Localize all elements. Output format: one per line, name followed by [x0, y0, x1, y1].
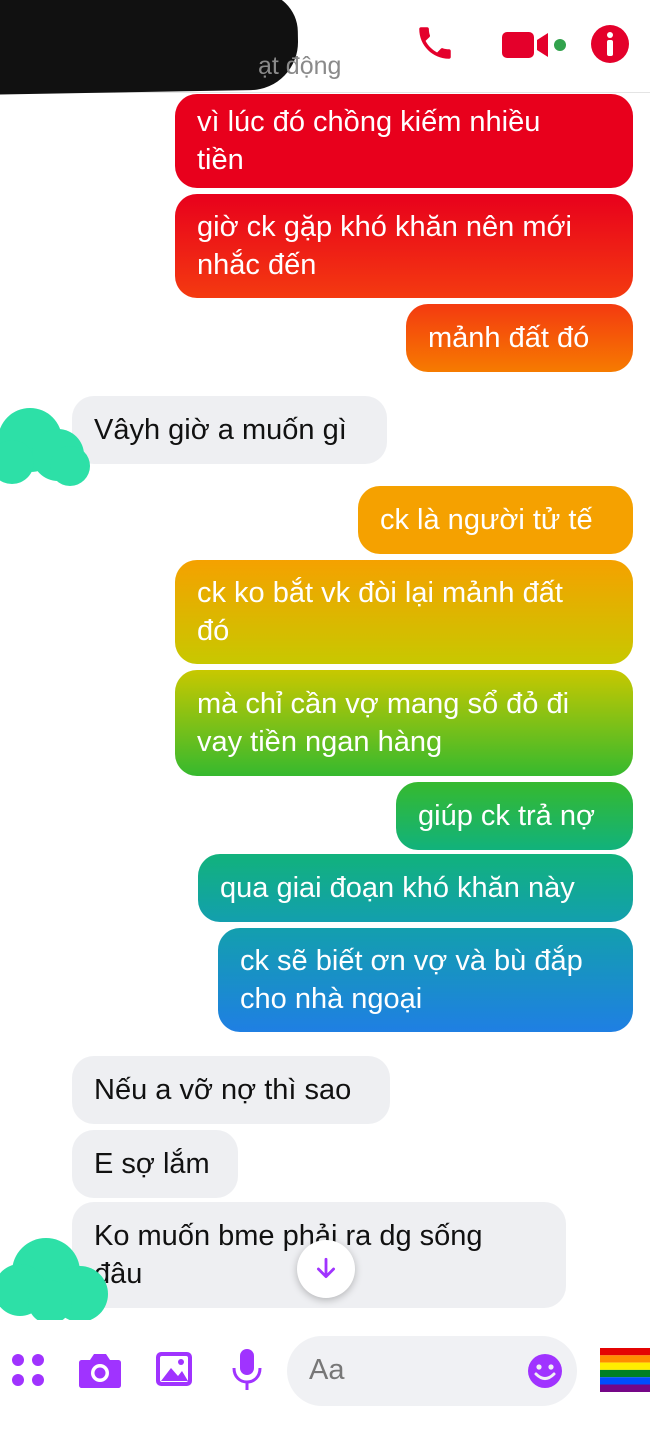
- message-bubble-sent[interactable]: giờ ck gặp khó khăn nên mới nhắc đến: [175, 194, 633, 298]
- message-text: vì lúc đó chồng kiếm nhiều: [197, 106, 541, 138]
- image-icon[interactable]: [155, 1351, 193, 1387]
- camera-icon[interactable]: [78, 1350, 122, 1390]
- message-bubble-sent[interactable]: ck ko bắt vk đòi lại mảnh đất đó: [175, 560, 633, 664]
- message-text: tiền: [197, 144, 244, 176]
- message-bubble-received[interactable]: E sợ lắm: [72, 1130, 238, 1198]
- message-text: Ko muốn bme phải ra dg sống: [94, 1220, 483, 1252]
- message-input[interactable]: Aa: [287, 1336, 577, 1406]
- redacted-avatar-blob: [0, 1238, 108, 1324]
- microphone-icon[interactable]: [231, 1348, 263, 1392]
- composer-bar: Aa: [0, 1320, 650, 1444]
- emoji-icon[interactable]: [527, 1353, 563, 1389]
- apps-icon[interactable]: [10, 1352, 46, 1388]
- arrow-down-icon: [317, 1257, 335, 1278]
- message-text: qua giai đoạn khó khăn này: [220, 872, 575, 904]
- message-list: vì lúc đó chồng kiếm nhiều tiền giờ ck gặ…: [0, 0, 650, 1444]
- message-text: vay tiền ngan hàng: [197, 726, 443, 758]
- message-text: Vâyh giờ a muốn gì: [94, 414, 347, 446]
- message-bubble-received[interactable]: Vâyh giờ a muốn gì: [72, 396, 387, 464]
- message-text: mảnh đất đó: [428, 322, 590, 354]
- message-bubble-sent[interactable]: vì lúc đó chồng kiếm nhiều tiền: [175, 94, 633, 188]
- message-text: cho nhà ngoại: [240, 983, 423, 1015]
- message-text: ck ko bắt vk đòi lại mảnh đất: [197, 577, 563, 609]
- redacted-avatar-blob: [0, 408, 90, 486]
- message-text: ck là người tử tế: [380, 504, 593, 536]
- message-bubble-sent[interactable]: mà chỉ cần vợ mang sổ đỏ đi vay tiền ngan…: [175, 670, 633, 776]
- message-text: mà chỉ cần vợ mang sổ đỏ đi: [197, 688, 570, 720]
- message-text: Nếu a vỡ nợ thì sao: [94, 1074, 352, 1106]
- message-text: nhắc đến: [197, 249, 317, 281]
- scroll-to-bottom-button[interactable]: [297, 1240, 355, 1298]
- message-bubble-sent[interactable]: mảnh đất đó: [406, 304, 633, 372]
- message-text: E sợ lắm: [94, 1148, 210, 1180]
- rainbow-flag-icon[interactable]: [600, 1348, 650, 1392]
- message-bubble-received[interactable]: Nếu a vỡ nợ thì sao: [72, 1056, 390, 1124]
- message-bubble-sent[interactable]: giúp ck trả nợ: [396, 782, 633, 850]
- message-text: giờ ck gặp khó khăn nên mới: [197, 211, 572, 243]
- message-text: giúp ck trả nợ: [418, 800, 595, 832]
- message-bubble-sent[interactable]: qua giai đoạn khó khăn này: [198, 854, 633, 922]
- message-text: đó: [197, 615, 230, 647]
- message-bubble-sent[interactable]: ck sẽ biết ơn vợ và bù đắp cho nhà ngoại: [218, 928, 633, 1032]
- message-text: ck sẽ biết ơn vợ và bù đắp: [240, 945, 583, 977]
- message-input-placeholder: Aa: [309, 1354, 345, 1386]
- message-bubble-sent[interactable]: ck là người tử tế: [358, 486, 633, 554]
- message-text: đâu: [94, 1258, 143, 1290]
